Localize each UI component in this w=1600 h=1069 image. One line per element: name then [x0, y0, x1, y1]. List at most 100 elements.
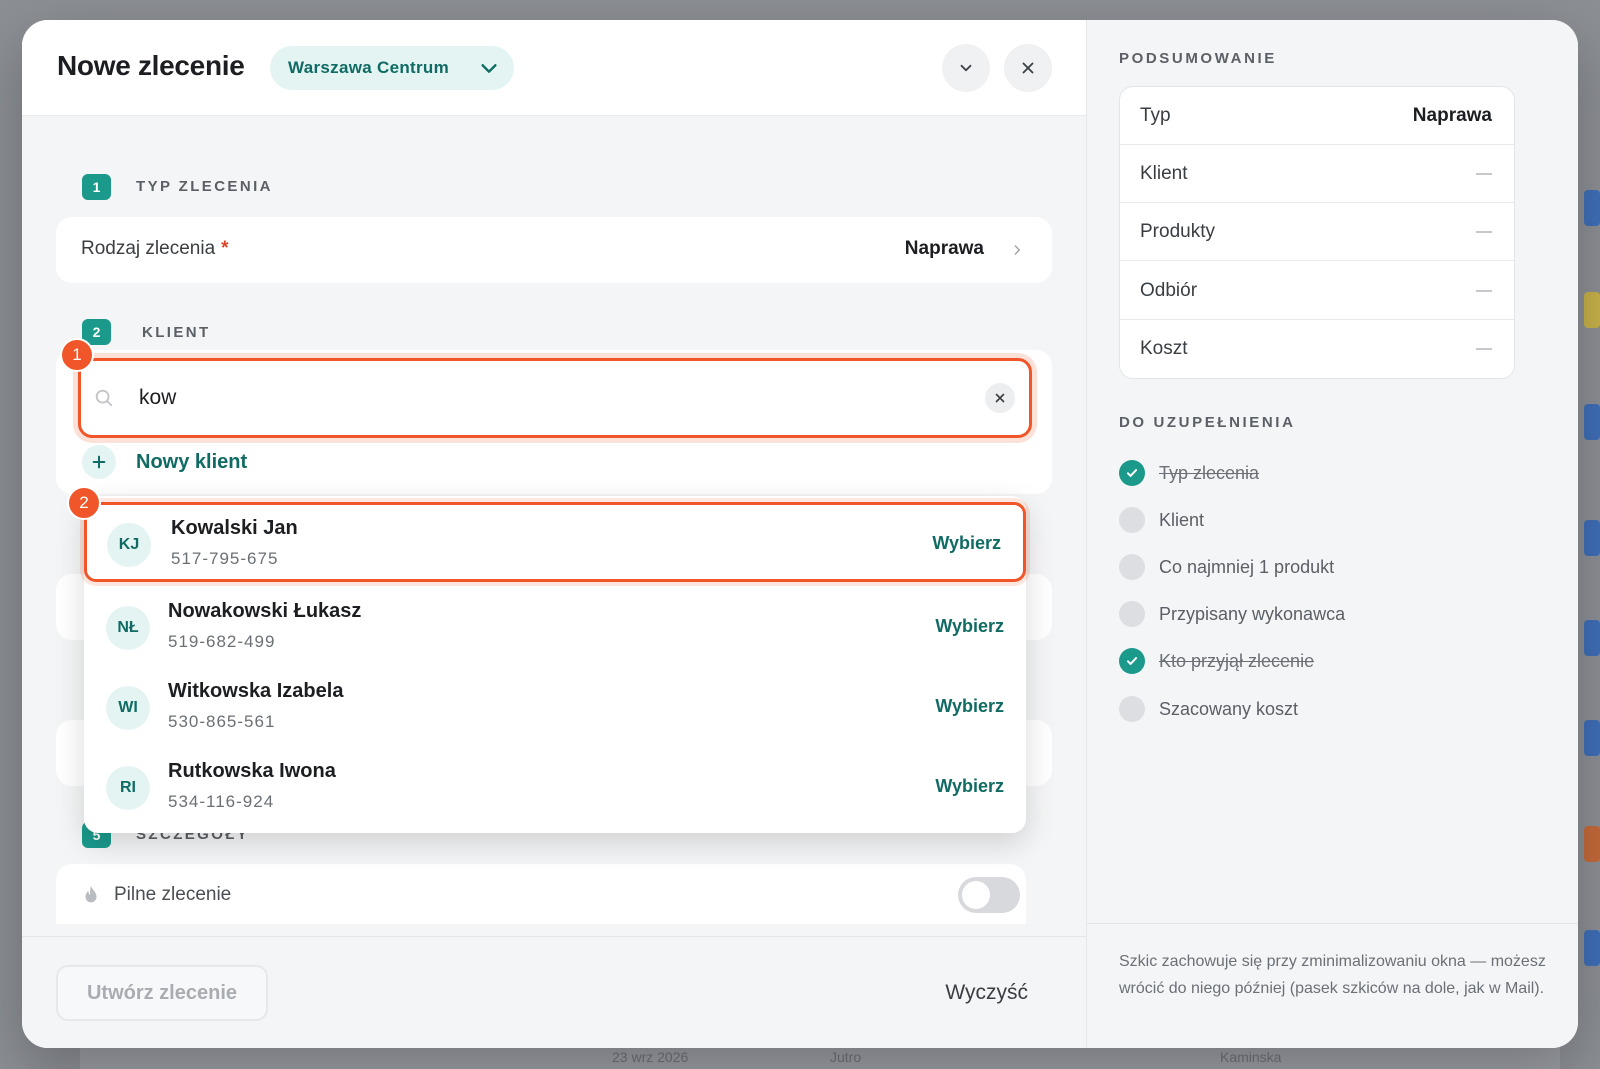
select-client-button[interactable]: Wybierz — [935, 616, 1004, 637]
new-order-modal: Nowe zlecenie Warszawa Centrum 1 TYP ZLE… — [22, 20, 1578, 1048]
summary-key: Odbiór — [1140, 280, 1198, 301]
client-name: Nowakowski Łukasz — [168, 600, 362, 622]
client-phone: 530-865-561 — [168, 712, 276, 731]
search-icon — [95, 389, 113, 407]
modal-footer: Utwórz zlecenie Wyczyść — [22, 936, 1086, 1048]
required-mark: * — [221, 238, 229, 259]
pending-dot-icon — [1119, 507, 1145, 533]
close-icon — [1022, 62, 1034, 74]
summary-row-products: Produkty — [1120, 203, 1514, 261]
todo-item: Szacowany koszt — [1119, 694, 1298, 724]
todo-label: Klient — [1159, 509, 1205, 530]
clear-search-button[interactable] — [985, 383, 1015, 413]
section-number: 1 — [82, 174, 111, 200]
backdrop-marker — [1584, 520, 1600, 556]
todo-item: Typ zlecenia — [1119, 458, 1259, 488]
empty-dash — [1476, 348, 1492, 350]
client-name: Rutkowska Iwona — [168, 760, 336, 782]
order-type-row[interactable]: Rodzaj zlecenia * Naprawa — [56, 217, 1052, 283]
summary-row-type: Typ Naprawa — [1120, 87, 1514, 145]
backdrop-marker — [1584, 826, 1600, 862]
order-type-value: Naprawa — [904, 238, 984, 259]
client-result-item[interactable]: RI Rutkowska Iwona 534-116-924 Wybierz — [84, 748, 1026, 828]
todo-item: Co najmniej 1 produkt — [1119, 552, 1334, 582]
urgent-toggle[interactable] — [958, 877, 1020, 913]
create-order-button[interactable]: Utwórz zlecenie — [56, 965, 268, 1021]
modal-title: Nowe zlecenie — [57, 50, 245, 81]
empty-dash — [1476, 290, 1492, 292]
step-badge: 2 — [67, 486, 101, 520]
todo-item: Kto przyjął zlecenie — [1119, 646, 1314, 676]
branch-label: Warszawa Centrum — [288, 58, 449, 77]
client-result-item[interactable]: WI Witkowska Izabela 530-865-561 Wybierz — [84, 668, 1026, 748]
summary-key: Produkty — [1140, 221, 1215, 242]
client-phone: 534-116-924 — [168, 792, 275, 811]
avatar: WI — [106, 686, 150, 730]
client-results-dropdown: KJ Kowalski Jan 517-795-675 Wybierz NŁ N… — [84, 496, 1026, 833]
client-phone: 519-682-499 — [168, 632, 276, 651]
check-icon — [1119, 460, 1145, 486]
empty-dash — [1476, 231, 1492, 233]
summary-row-cost: Koszt — [1120, 320, 1514, 378]
flame-icon — [85, 885, 97, 903]
minimize-button[interactable] — [942, 44, 990, 92]
backdrop-date: 23 wrz 2026 — [612, 1049, 689, 1065]
summary-key: Typ — [1140, 105, 1171, 126]
backdrop-marker — [1584, 620, 1600, 656]
todo-label: Kto przyjął zlecenie — [1159, 650, 1315, 671]
backdrop-marker — [1584, 930, 1600, 966]
summary-key: Koszt — [1140, 338, 1188, 359]
client-result-item[interactable]: KJ Kowalski Jan 517-795-675 Wybierz — [84, 502, 1026, 582]
todo-title: DO UZUPEŁNIENIA — [1119, 414, 1296, 431]
pending-dot-icon — [1119, 554, 1145, 580]
step-badge: 1 — [60, 338, 94, 372]
urgent-row: Pilne zlecenie — [56, 864, 1026, 924]
draft-note: Szkic zachowuje się przy zminimalizowani… — [1087, 923, 1578, 1048]
summary-value: Naprawa — [1412, 105, 1492, 126]
branch-selector[interactable]: Warszawa Centrum — [270, 46, 514, 90]
modal-header: Nowe zlecenie Warszawa Centrum — [22, 20, 1086, 116]
select-client-button[interactable]: Wybierz — [935, 696, 1004, 717]
client-search-box[interactable] — [78, 358, 1032, 438]
client-name: Kowalski Jan — [171, 517, 298, 539]
backdrop-marker — [1584, 190, 1600, 226]
client-search-input[interactable] — [139, 377, 959, 419]
backdrop-tag: Kaminska — [1220, 1049, 1282, 1065]
client-phone: 517-795-675 — [171, 549, 279, 568]
new-client-button[interactable]: Nowy klient — [82, 445, 247, 479]
chevron-right-icon — [1014, 245, 1021, 255]
empty-dash — [1476, 173, 1492, 175]
summary-title: PODSUMOWANIE — [1119, 50, 1277, 67]
avatar: KJ — [107, 523, 151, 567]
close-button[interactable] — [1004, 44, 1052, 92]
summary-key: Klient — [1140, 163, 1188, 184]
backdrop-marker — [1584, 292, 1600, 328]
client-result-item[interactable]: NŁ Nowakowski Łukasz 519-682-499 Wybierz — [84, 588, 1026, 668]
chevron-down-icon — [481, 64, 497, 73]
avatar: NŁ — [106, 606, 150, 650]
todo-label: Szacowany koszt — [1159, 698, 1299, 719]
section-title-order-type: TYP ZLECENIA — [136, 178, 273, 195]
pending-dot-icon — [1119, 601, 1145, 627]
avatar: RI — [106, 766, 150, 810]
backdrop-when: Jutro — [830, 1049, 862, 1065]
order-form: Nowe zlecenie Warszawa Centrum 1 TYP ZLE… — [22, 20, 1087, 1048]
select-client-button[interactable]: Wybierz — [932, 533, 1001, 554]
clear-form-button[interactable]: Wyczyść — [945, 981, 1028, 1005]
plus-icon — [82, 445, 116, 479]
check-icon — [1119, 648, 1145, 674]
todo-label: Typ zlecenia — [1159, 462, 1260, 483]
close-icon — [995, 393, 1005, 403]
order-type-label-text: Rodzaj zlecenia — [81, 238, 216, 259]
todo-label: Co najmniej 1 produkt — [1159, 556, 1335, 577]
backdrop-marker — [1584, 404, 1600, 440]
todo-label: Przypisany wykonawca — [1159, 603, 1346, 624]
select-client-button[interactable]: Wybierz — [935, 776, 1004, 797]
order-type-label: Rodzaj zlecenia * — [81, 238, 229, 260]
summary-card: Typ Naprawa Klient Produkty Odbiór Koszt — [1119, 86, 1515, 379]
summary-panel: PODSUMOWANIE Typ Naprawa Klient Produkty… — [1087, 20, 1578, 1048]
new-client-label: Nowy klient — [136, 450, 248, 473]
client-name: Witkowska Izabela — [168, 680, 344, 702]
todo-item: Przypisany wykonawca — [1119, 599, 1345, 629]
pending-dot-icon — [1119, 696, 1145, 722]
